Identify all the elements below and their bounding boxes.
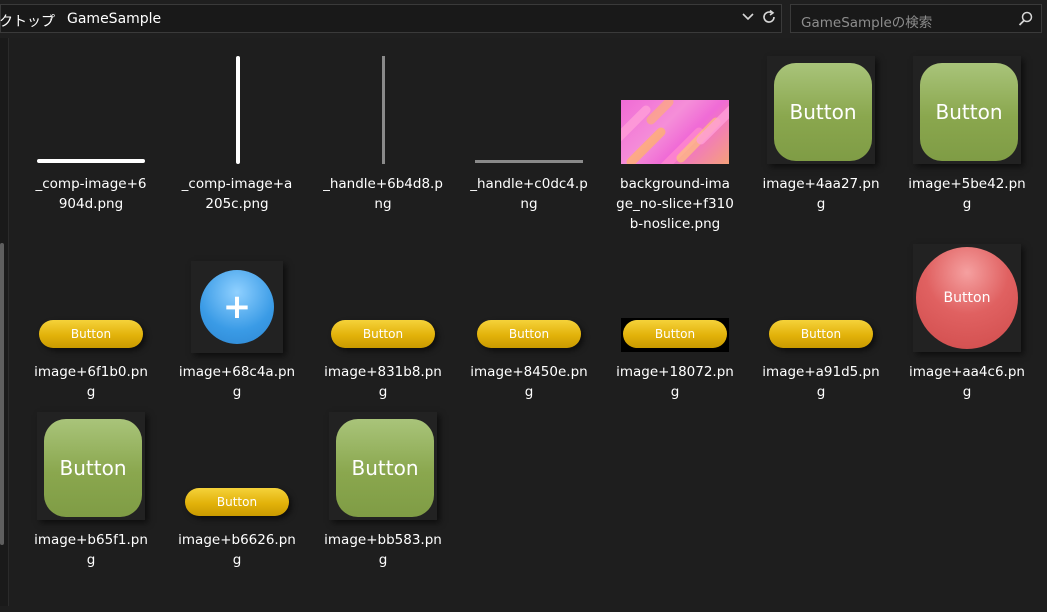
- yellow-button-image: Button: [623, 320, 727, 348]
- refresh-icon[interactable]: [760, 9, 778, 29]
- file-thumbnail: [475, 56, 583, 164]
- green-button-image: Button: [774, 63, 872, 161]
- address-toolbar: クトップ › GameSample GameSampleの検索: [0, 0, 1047, 38]
- scrollbar-thumb[interactable]: [0, 243, 4, 545]
- file-item[interactable]: _comp-image+a 205c.png: [164, 56, 310, 256]
- file-thumbnail: Button: [767, 56, 875, 164]
- file-thumbnail: Button: [621, 244, 729, 352]
- yellow-button-image: Button: [185, 488, 289, 516]
- breadcrumb-desktop[interactable]: クトップ: [0, 11, 55, 31]
- file-name: image+b6626.pn g: [178, 532, 296, 568]
- file-item[interactable]: background-ima ge_no-slice+f310 b-noslice.…: [602, 56, 748, 256]
- file-name: image+6f1b0.pn g: [34, 364, 148, 400]
- file-item[interactable]: Button image+8450e.pn g: [456, 244, 602, 444]
- file-thumbnail: Button: [329, 412, 437, 520]
- file-name: image+18072.pn g: [616, 364, 734, 400]
- file-thumbnail: Button: [183, 412, 291, 520]
- file-name: image+831b8.pn g: [324, 364, 442, 400]
- yellow-button-image: Button: [769, 320, 873, 348]
- file-name: _comp-image+6 904d.png: [35, 176, 147, 212]
- navigation-pane-edge: [0, 38, 8, 606]
- yellow-button-image: Button: [39, 320, 143, 348]
- file-name: image+68c4a.pn g: [178, 364, 296, 400]
- file-name: image+a91d5.pn g: [762, 364, 880, 400]
- green-button-image: Button: [920, 63, 1018, 161]
- file-item[interactable]: Button image+18072.pn g: [602, 244, 748, 444]
- file-name: image+b65f1.pn g: [34, 532, 148, 568]
- address-bar[interactable]: クトップ › GameSample: [0, 4, 782, 33]
- pane-divider: [8, 38, 9, 606]
- plus-icon: +: [200, 270, 274, 344]
- green-button-image: Button: [336, 419, 434, 517]
- file-name: _comp-image+a 205c.png: [181, 176, 293, 212]
- file-name: image+4aa27.pn g: [762, 176, 880, 212]
- file-name: _handle+c0dc4.p ng: [470, 176, 588, 212]
- file-name: image+aa4c6.pn g: [909, 364, 1025, 400]
- file-item[interactable]: _handle+c0dc4.p ng: [456, 56, 602, 256]
- file-item[interactable]: Button image+5be42.pn g: [894, 56, 1040, 256]
- file-thumbnail: [37, 56, 145, 164]
- file-name: image+8450e.pn g: [470, 364, 588, 400]
- gray-horizontal-handle-image: [475, 160, 583, 163]
- file-item[interactable]: Button image+bb583.pn g: [310, 412, 456, 612]
- file-thumbnail: Button: [475, 244, 583, 352]
- file-thumbnail: [329, 56, 437, 164]
- file-thumbnail: Button: [37, 412, 145, 520]
- file-thumbnail: Button: [913, 56, 1021, 164]
- file-item[interactable]: Button image+4aa27.pn g: [748, 56, 894, 256]
- yellow-button-image: Button: [477, 320, 581, 348]
- yellow-button-image: Button: [331, 320, 435, 348]
- chevron-down-icon[interactable]: [739, 9, 757, 29]
- file-thumbnail: [183, 56, 291, 164]
- file-item[interactable]: Button image+b6626.pn g: [164, 412, 310, 612]
- file-name: image+bb583.pn g: [324, 532, 442, 568]
- white-vertical-bar-image: [236, 56, 240, 164]
- black-backdrop: Button: [621, 318, 729, 352]
- red-button-image: Button: [916, 247, 1018, 349]
- pink-background-image: [621, 100, 729, 164]
- file-name: background-ima ge_no-slice+f310 b-noslice.…: [616, 176, 734, 232]
- file-thumbnail: +: [191, 261, 283, 353]
- file-thumbnail: Button: [329, 244, 437, 352]
- search-icon[interactable]: [1017, 10, 1035, 28]
- search-box[interactable]: GameSampleの検索: [790, 4, 1042, 33]
- file-thumbnail: Button: [37, 244, 145, 352]
- white-horizontal-bar-image: [37, 159, 145, 163]
- gray-vertical-handle-image: [382, 56, 385, 164]
- file-name: image+5be42.pn g: [908, 176, 1026, 212]
- breadcrumb-separator-icon[interactable]: ›: [49, 10, 54, 25]
- breadcrumb-gamesample[interactable]: GameSample: [67, 11, 161, 27]
- file-thumbnail: [621, 56, 729, 164]
- file-item[interactable]: Button image+b65f1.pn g: [18, 412, 164, 612]
- file-item[interactable]: _handle+6b4d8.p ng: [310, 56, 456, 256]
- file-item[interactable]: _comp-image+6 904d.png: [18, 56, 164, 256]
- file-name: _handle+6b4d8.p ng: [323, 176, 443, 212]
- search-placeholder[interactable]: GameSampleの検索: [801, 11, 932, 31]
- file-item[interactable]: Button image+a91d5.pn g: [748, 244, 894, 444]
- file-thumbnail: Button: [913, 244, 1021, 352]
- file-item[interactable]: Button image+aa4c6.pn g: [894, 244, 1040, 444]
- green-button-image: Button: [44, 419, 142, 517]
- file-thumbnail: Button: [767, 244, 875, 352]
